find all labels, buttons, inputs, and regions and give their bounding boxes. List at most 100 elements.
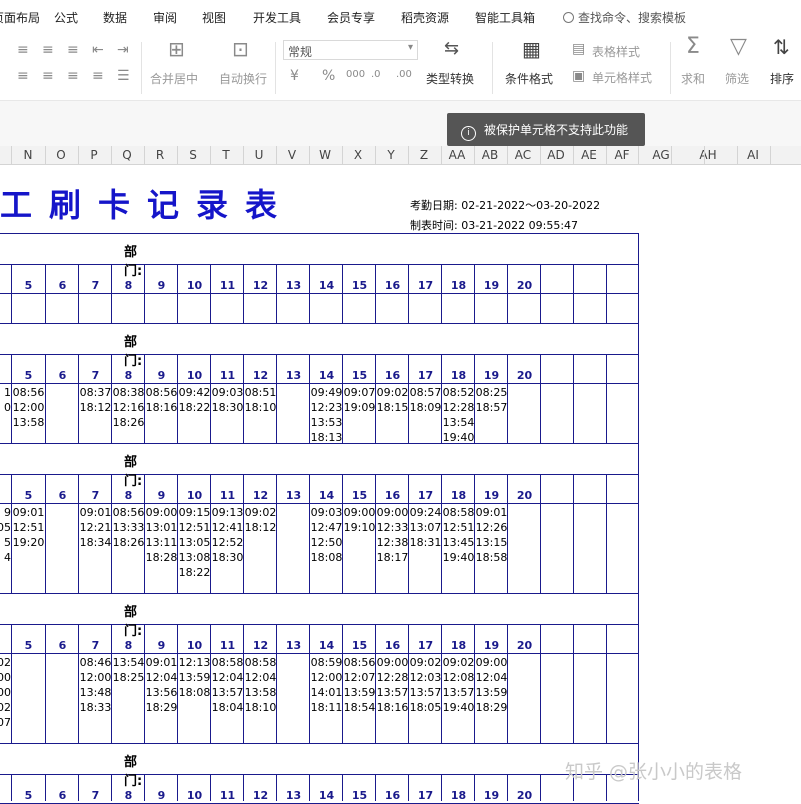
align-center-icon[interactable]: ≡ bbox=[42, 69, 54, 83]
justify-icon[interactable]: ≡ bbox=[92, 69, 104, 83]
punch-time: 18:12 bbox=[79, 401, 112, 414]
grid-line bbox=[0, 624, 639, 625]
punch-time: 12:26 bbox=[475, 521, 508, 534]
grid-line bbox=[507, 264, 508, 323]
day-number: 16 bbox=[384, 789, 401, 802]
distributed-icon[interactable]: ☰ bbox=[117, 69, 130, 83]
punch-time: 08:56 bbox=[145, 386, 178, 399]
auto-wrap-button[interactable]: 自动换行 bbox=[219, 70, 267, 87]
column-header-o[interactable]: O bbox=[45, 146, 77, 164]
menu-data[interactable]: 数据 bbox=[103, 9, 127, 26]
column-header-t[interactable]: T bbox=[210, 146, 242, 164]
column-header-ah[interactable]: AH bbox=[692, 146, 724, 164]
punch-time: 12:13 bbox=[178, 656, 211, 669]
percent-icon[interactable]: % bbox=[322, 69, 335, 83]
formula-bar[interactable] bbox=[0, 100, 801, 147]
conditional-format-button[interactable]: 条件格式 bbox=[505, 70, 553, 87]
day-number: 7 bbox=[91, 369, 100, 382]
indent-decrease-icon[interactable]: ⇤ bbox=[92, 43, 104, 57]
day-number: 13 bbox=[285, 489, 302, 502]
punch-time: 13:15 bbox=[475, 536, 508, 549]
grid-line bbox=[375, 264, 376, 323]
column-header-divider bbox=[375, 146, 376, 164]
merge-center-button[interactable]: 合并居中 bbox=[150, 70, 198, 87]
currency-icon[interactable]: ¥ bbox=[290, 69, 299, 83]
column-header-ab[interactable]: AB bbox=[474, 146, 506, 164]
department-label: 部门: bbox=[124, 245, 143, 279]
align-bottom-icon[interactable]: ≡ bbox=[67, 43, 79, 57]
grid-line bbox=[276, 264, 277, 323]
punch-time: 18:30 bbox=[211, 401, 244, 414]
column-header-n[interactable]: N bbox=[12, 146, 44, 164]
punch-time: 09:49 bbox=[310, 386, 343, 399]
day-number: 5 bbox=[24, 369, 33, 382]
day-number: 10 bbox=[186, 369, 203, 382]
column-header-u[interactable]: U bbox=[243, 146, 275, 164]
table-style-button[interactable]: 表格样式 bbox=[592, 43, 640, 60]
column-header-p[interactable]: P bbox=[78, 146, 110, 164]
menu-smart-tools[interactable]: 智能工具箱 bbox=[475, 9, 535, 26]
column-header-ag[interactable]: AG bbox=[645, 146, 677, 164]
menu-review[interactable]: 审阅 bbox=[153, 9, 177, 26]
punch-time: 19:20 bbox=[12, 536, 45, 549]
align-middle-icon[interactable]: ≡ bbox=[42, 43, 54, 57]
sheet-title: 工刷卡记录表 bbox=[0, 186, 295, 224]
day-number: 5 bbox=[24, 639, 33, 652]
column-header-x[interactable]: X bbox=[342, 146, 374, 164]
punch-time: 18:29 bbox=[475, 701, 508, 714]
grid-line bbox=[78, 264, 79, 323]
indent-increase-icon[interactable]: ⇥ bbox=[117, 43, 129, 57]
column-header-v[interactable]: V bbox=[276, 146, 308, 164]
column-header-divider bbox=[770, 146, 771, 164]
sum-button[interactable]: 求和 bbox=[681, 70, 705, 87]
punch-time: 18:10 bbox=[244, 701, 277, 714]
decrease-decimal-icon[interactable]: .00 bbox=[396, 68, 412, 82]
menu-page-layout[interactable]: 页面布局 bbox=[0, 9, 40, 26]
cell-style-icon: ▣ bbox=[572, 68, 586, 84]
punch-time: 08:38 bbox=[112, 386, 145, 399]
search-box[interactable]: 查找命令、搜索模板 bbox=[563, 9, 686, 26]
punch-time: 12:00 bbox=[310, 671, 343, 684]
column-header-divider bbox=[45, 146, 46, 164]
punch-time: 18:28 bbox=[145, 551, 178, 564]
column-header-ae[interactable]: AE bbox=[573, 146, 605, 164]
column-header-y[interactable]: Y bbox=[375, 146, 407, 164]
filter-button[interactable]: 筛选 bbox=[725, 70, 749, 87]
menu-member[interactable]: 会员专享 bbox=[327, 9, 375, 26]
menu-view[interactable]: 视图 bbox=[202, 9, 226, 26]
column-header-s[interactable]: S bbox=[177, 146, 209, 164]
increase-decimal-icon[interactable]: .0 bbox=[371, 68, 381, 82]
column-header-r[interactable]: R bbox=[144, 146, 176, 164]
punch-time: 13:07 bbox=[409, 521, 442, 534]
wrap-icon: ⊡ bbox=[232, 37, 249, 61]
grid-line bbox=[0, 323, 639, 324]
menu-formula[interactable]: 公式 bbox=[54, 9, 78, 26]
column-header-aa[interactable]: AA bbox=[441, 146, 473, 164]
menu-docer[interactable]: 稻壳资源 bbox=[401, 9, 449, 26]
grid-line bbox=[606, 474, 607, 593]
menu-developer[interactable]: 开发工具 bbox=[253, 9, 301, 26]
number-format-select[interactable]: 常规 ▾ bbox=[283, 40, 418, 60]
column-header-af[interactable]: AF bbox=[606, 146, 638, 164]
align-left-icon[interactable]: ≡ bbox=[17, 69, 29, 83]
made-time: 制表时间: 03-21-2022 09:55:47 bbox=[410, 217, 578, 233]
punch-time: 13:57 bbox=[376, 686, 409, 699]
column-header-ad[interactable]: AD bbox=[540, 146, 572, 164]
punch-time: 08:56 bbox=[112, 506, 145, 519]
punch-time: 13:53 bbox=[310, 416, 343, 429]
column-header-ai[interactable]: AI bbox=[737, 146, 769, 164]
punch-time: 09:03 bbox=[310, 506, 343, 519]
cell-style-button[interactable]: 单元格样式 bbox=[592, 69, 652, 86]
day-number: 19 bbox=[483, 369, 500, 382]
sort-button[interactable]: 排序 bbox=[770, 70, 794, 87]
type-convert-button[interactable]: 类型转换 bbox=[426, 70, 474, 87]
column-header-q[interactable]: Q bbox=[111, 146, 143, 164]
thousands-icon[interactable]: 000 bbox=[346, 68, 365, 82]
column-header-ac[interactable]: AC bbox=[507, 146, 539, 164]
day-number: 18 bbox=[450, 489, 467, 502]
column-header-z[interactable]: Z bbox=[408, 146, 440, 164]
align-right-icon[interactable]: ≡ bbox=[67, 69, 79, 83]
align-top-icon[interactable]: ≡ bbox=[17, 43, 29, 57]
day-number: 14 bbox=[318, 279, 335, 292]
column-header-w[interactable]: W bbox=[309, 146, 341, 164]
